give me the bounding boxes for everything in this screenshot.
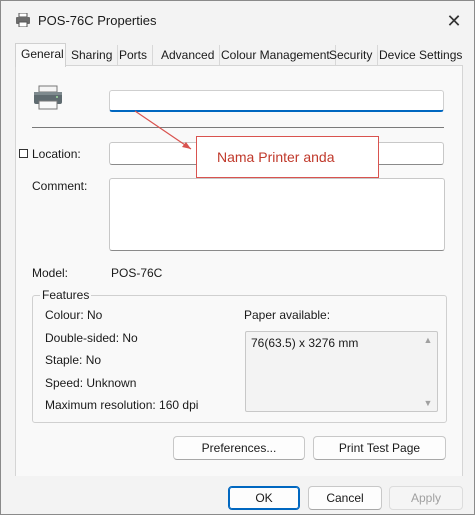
print-test-page-button[interactable]: Print Test Page: [313, 436, 446, 460]
dialog-footer: OK Cancel Apply: [1, 476, 474, 514]
paper-list[interactable]: 76(63.5) x 3276 mm ▲ ▼: [245, 331, 438, 412]
annotation-callout: Nama Printer anda: [196, 136, 379, 178]
tab-colour-management[interactable]: Colour Management: [216, 45, 336, 65]
tab-security[interactable]: Security: [324, 45, 379, 65]
ok-button[interactable]: OK: [228, 486, 300, 510]
tab-advanced[interactable]: Advanced: [156, 45, 221, 65]
properties-dialog: POS-76C Properties ✕ General Sharing Por…: [0, 0, 475, 515]
location-checkbox[interactable]: [19, 149, 28, 158]
tab-ports[interactable]: Ports: [114, 45, 154, 65]
model-value: POS-76C: [111, 266, 163, 280]
general-panel: Location: Comment: Model: POS-76C Featur…: [15, 65, 463, 477]
feature-double-sided: Double-sided: No: [45, 331, 138, 345]
printer-large-icon: [34, 85, 62, 110]
location-label: Location:: [32, 147, 81, 161]
printer-name-input[interactable]: [109, 90, 444, 112]
feature-colour: Colour: No: [45, 308, 103, 322]
features-group: Features Colour: No Double-sided: No Sta…: [32, 288, 447, 423]
paper-list-item[interactable]: 76(63.5) x 3276 mm: [251, 336, 358, 350]
tab-device-settings[interactable]: Device Settings: [374, 45, 467, 65]
preferences-button[interactable]: Preferences...: [173, 436, 305, 460]
feature-max-resolution: Maximum resolution: 160 dpi: [45, 398, 199, 412]
scroll-up-icon[interactable]: ▲: [423, 336, 433, 345]
close-icon: ✕: [446, 11, 462, 31]
printer-icon: [16, 13, 30, 27]
window-title: POS-76C Properties: [38, 13, 157, 28]
divider: [32, 127, 444, 128]
cancel-button[interactable]: Cancel: [308, 486, 382, 510]
features-legend: Features: [40, 288, 92, 302]
feature-staple: Staple: No: [45, 353, 102, 367]
comment-textarea[interactable]: [109, 178, 445, 251]
paper-available-label: Paper available:: [244, 308, 331, 322]
close-button[interactable]: ✕: [441, 8, 467, 34]
scroll-down-icon[interactable]: ▼: [423, 399, 433, 408]
tab-general[interactable]: General: [15, 43, 66, 67]
title-bar: POS-76C Properties ✕: [1, 1, 474, 39]
tab-sharing[interactable]: Sharing: [66, 45, 119, 65]
comment-label: Comment:: [32, 179, 88, 193]
annotation-text: Nama Printer anda: [217, 149, 335, 165]
feature-speed: Speed: Unknown: [45, 376, 137, 390]
apply-button[interactable]: Apply: [389, 486, 463, 510]
model-label: Model:: [32, 266, 69, 280]
